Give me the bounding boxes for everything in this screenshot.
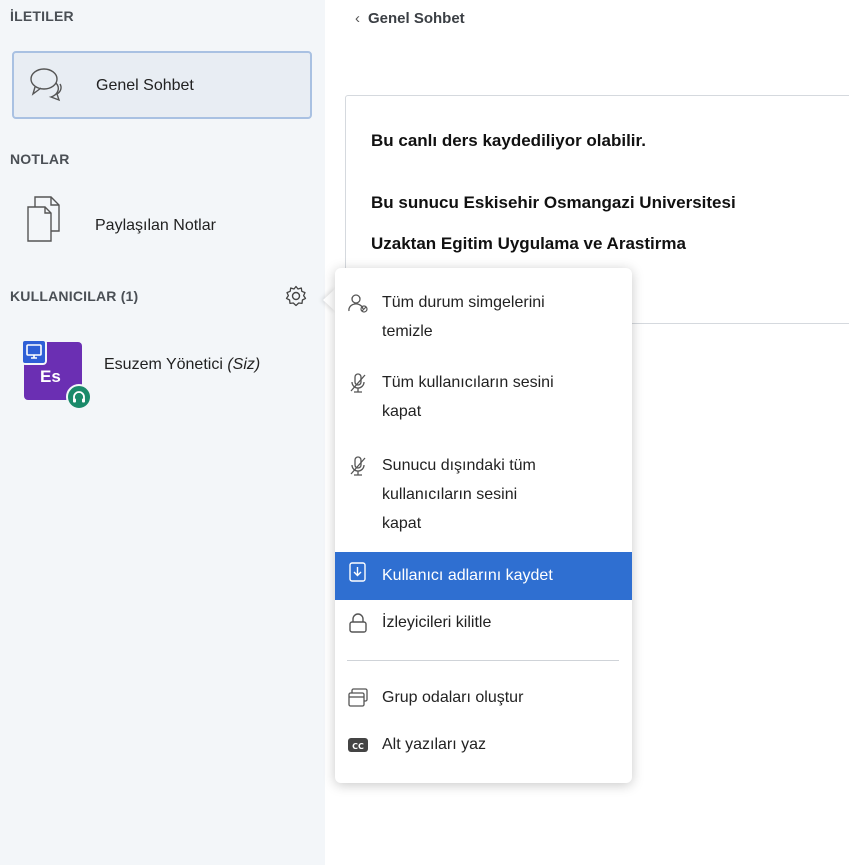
download-icon: [347, 561, 369, 593]
welcome-line: Uzaktan Egitim Uygulama ve Arastirma: [371, 234, 686, 253]
welcome-line: Bu canlı ders kaydediliyor olabilir.: [371, 131, 646, 150]
mute-all-except-presenter-menu-item[interactable]: Sunucu dışındaki tüm kullanıcıların sesi…: [335, 451, 632, 539]
gear-icon[interactable]: [285, 285, 307, 312]
clear-status-icon: [347, 292, 369, 324]
users-section-title: KULLANICILAR (1): [10, 288, 139, 304]
avatar: Es: [21, 339, 92, 410]
menu-item-label: kapat: [382, 515, 422, 532]
menu-item-label: Tüm durum simgelerini: [382, 294, 545, 311]
headphones-icon: [66, 384, 92, 410]
lock-viewers-menu-item[interactable]: İzleyicileri kilitle: [335, 608, 632, 640]
create-breakout-rooms-menu-item[interactable]: Grup odaları oluştur: [335, 683, 632, 715]
menu-item-label: Alt yazıları yaz: [382, 736, 487, 753]
menu-item-label: temizle: [382, 323, 433, 340]
menu-item-label: Tüm kullanıcıların sesini: [382, 374, 554, 391]
rooms-icon: [347, 687, 369, 719]
menu-item-label: Kullanıcı adlarını kaydet: [382, 567, 553, 584]
avatar-initials: Es: [40, 367, 61, 386]
write-captions-menu-item[interactable]: CC Alt yazıları yaz: [335, 730, 632, 762]
messages-section-title: İLETILER: [10, 8, 74, 24]
save-user-names-menu-item[interactable]: Kullanıcı adlarını kaydet: [335, 552, 632, 600]
mute-icon: [347, 372, 369, 404]
menu-item-label: İzleyicileri kilitle: [382, 614, 492, 631]
menu-item-label: kullanıcıların sesini: [382, 486, 518, 503]
public-chat-label: Genel Sohbet: [96, 77, 194, 94]
user-self-marker: (Siz): [227, 356, 261, 373]
user-name: Esuzem Yönetici (Siz): [104, 356, 260, 374]
presenter-icon: [21, 339, 47, 365]
mute-all-menu-item[interactable]: Tüm kullanıcıların sesini kapat: [335, 368, 632, 426]
chat-title: Genel Sohbet: [368, 10, 465, 27]
lock-icon: [347, 612, 369, 644]
public-chat-item[interactable]: Genel Sohbet: [12, 51, 312, 119]
chat-back-button[interactable]: ‹ Genel Sohbet: [355, 10, 465, 27]
shared-notes-label: Paylaşılan Notlar: [95, 217, 216, 234]
menu-item-label: Grup odaları oluştur: [382, 689, 524, 706]
menu-item-label: kapat: [382, 403, 422, 420]
notes-icon: [25, 195, 61, 248]
user-name-text: Esuzem Yönetici: [104, 356, 223, 373]
mute-icon: [347, 455, 369, 487]
welcome-line: Bu sunucu Eskisehir Osmangazi Universite…: [371, 193, 736, 212]
sidebar: İLETILER Genel Sohbet NOTLAR Paylaşılan …: [0, 0, 325, 865]
clear-status-menu-item[interactable]: Tüm durum simgelerini temizle: [335, 288, 632, 346]
cc-icon: CC: [347, 734, 369, 766]
chat-icon: [29, 66, 69, 107]
chevron-left-icon: ‹: [355, 10, 360, 27]
menu-item-label: Sunucu dışındaki tüm: [382, 457, 536, 474]
user-options-menu: Tüm durum simgelerini temizle Tüm kullan…: [335, 268, 632, 783]
notes-section-title: NOTLAR: [10, 151, 70, 167]
svg-text:CC: CC: [352, 742, 364, 751]
menu-divider: [347, 660, 619, 661]
